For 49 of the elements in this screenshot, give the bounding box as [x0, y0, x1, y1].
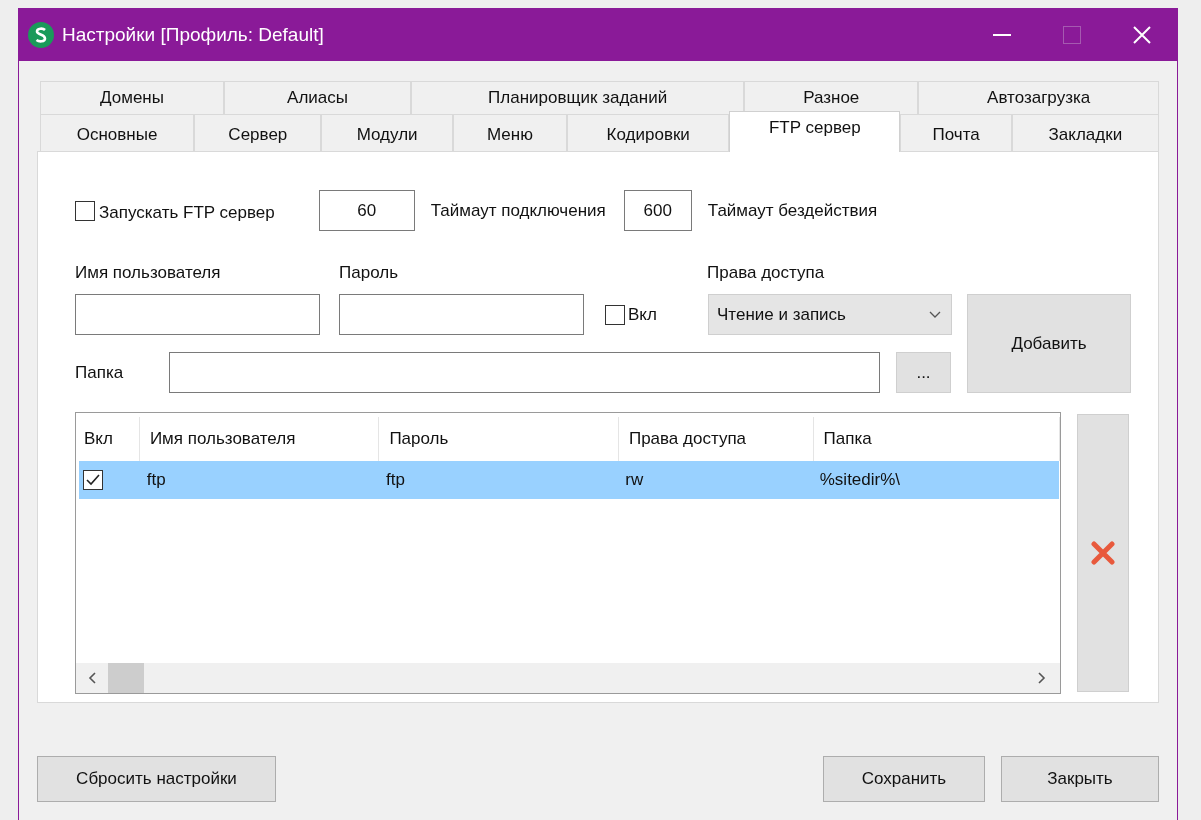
checkbox[interactable]: [605, 304, 625, 325]
field-label: Таймаут подключения: [430, 200, 606, 221]
table-cell-text: %sitedir%\: [818, 470, 902, 490]
tab[interactable]: Закладки: [1011, 114, 1159, 152]
window-title: Настройки [Профиль: Default]: [62, 24, 325, 46]
checkbox-label: Вкл: [628, 304, 658, 325]
add-button[interactable]: Добавить: [967, 294, 1131, 393]
field-label: Таймаут бездействия: [707, 200, 878, 221]
tab[interactable]: Модули: [321, 114, 453, 152]
tab[interactable]: Основные: [40, 114, 195, 152]
reset-button[interactable]: Сбросить настройки: [37, 756, 276, 802]
row-checkbox[interactable]: [83, 470, 103, 490]
table-cell-text: rw: [624, 470, 645, 490]
timeout-field[interactable]: 600: [623, 190, 692, 231]
checkbox[interactable]: [75, 200, 95, 221]
tab[interactable]: Планировщик заданий: [411, 81, 745, 114]
tab[interactable]: Почта: [900, 114, 1012, 152]
horizontal-scrollbar[interactable]: [76, 663, 1060, 693]
scroll-left-icon[interactable]: [88, 672, 96, 684]
checkbox-label: Запускать FTP сервер: [99, 201, 275, 223]
scroll-right-icon[interactable]: [1038, 672, 1046, 684]
table-cell-text: ftp: [385, 470, 406, 490]
maximize-icon: [1063, 26, 1081, 44]
tab[interactable]: Алиасы: [224, 81, 411, 114]
timeout-field[interactable]: 60: [318, 190, 415, 231]
tab[interactable]: Меню: [452, 114, 568, 152]
tab[interactable]: Автозагрузка: [918, 81, 1159, 114]
app-logo-icon: [28, 22, 54, 48]
field-label: Имя пользователя: [75, 263, 222, 283]
close-button[interactable]: Закрыть: [1000, 756, 1159, 802]
save-button[interactable]: Сохранить: [823, 756, 985, 802]
delete-icon: [1091, 541, 1115, 565]
field-label: Права доступа: [707, 263, 825, 283]
close-icon[interactable]: [1133, 26, 1151, 44]
username-field[interactable]: [75, 294, 320, 335]
tab[interactable]: Сервер: [194, 114, 322, 152]
password-field[interactable]: [339, 294, 584, 335]
chevron-down-icon: [929, 311, 941, 318]
scroll-thumb[interactable]: [108, 663, 144, 693]
field-label: Пароль: [339, 263, 399, 283]
table-cell-text: ftp: [145, 470, 167, 490]
table-row[interactable]: ftp ftp rw %sitedir%\: [79, 461, 1059, 499]
tab[interactable]: Кодировки: [567, 114, 730, 152]
tab[interactable]: Домены: [40, 81, 224, 114]
field-label: Папка: [75, 362, 125, 383]
tab[interactable]: FTP сервер: [729, 111, 901, 152]
browse-button[interactable]: ...: [896, 352, 951, 393]
access-dropdown[interactable]: Чтение и запись: [708, 294, 952, 335]
folder-field[interactable]: [169, 352, 880, 393]
